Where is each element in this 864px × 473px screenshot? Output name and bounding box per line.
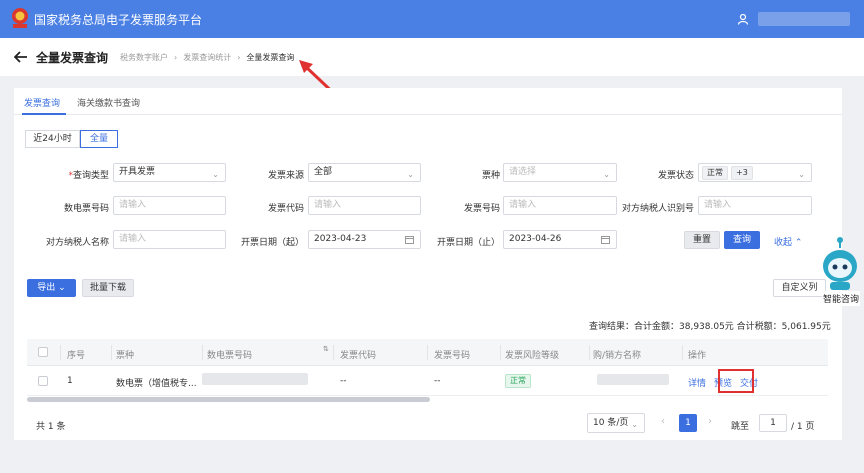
assistant-label[interactable]: 智能咨询 [822,291,861,306]
prev-page-icon[interactable]: ‹ [661,416,665,427]
sort-icon[interactable]: ⇅ [323,345,329,353]
counterparty-tax-id-input[interactable]: 请输入 [698,196,812,215]
column-divider [111,345,112,360]
invoice-table: 序号 票种 数电票号码 ⇅ 发票代码 发票号码 发票风险等级 购/销方名称 操作… [27,339,828,399]
query-type-label: *查询类型 [68,171,109,181]
date-start-picker[interactable]: 2023-04-23 [308,230,421,249]
query-button[interactable]: 查询 [724,231,760,249]
jump-page-input[interactable]: 1 [759,414,787,432]
range-all-button[interactable]: 全量 [80,130,118,148]
col-kind: 票种 [116,351,135,361]
batch-download-button[interactable]: 批量下载 [82,279,134,297]
jump-label: 跳至 [731,422,750,432]
invoice-code-input[interactable]: 请输入 [308,196,421,215]
tab-customs-query[interactable]: 海关缴款书查询 [77,96,140,109]
counterparty-tax-id-label: 对方纳税人识别号 [621,204,694,214]
status-tag-more: +3 [731,166,753,180]
invoice-source-select[interactable]: 全部 ⌄ [308,163,421,182]
table-row[interactable]: 1 数电票（增值税专... -- -- 正常 详情 预览 交付 [27,366,828,396]
col-index: 序号 [67,351,86,361]
invoice-no-label: 发票号码 [463,204,500,214]
query-type-select[interactable]: 开具发票 ⌄ [113,163,226,182]
date-start-label: 开票日期（起） [240,238,304,248]
counterparty-name-input[interactable]: 请输入 [113,230,226,249]
page-header: 全量发票查询 税务数字账户 › 发票查询统计 › 全量发票查询 [0,38,864,76]
tab-bar: 发票查询 海关缴款书查询 [14,88,842,115]
customize-columns-button[interactable]: 自定义列 [773,279,826,297]
col-party-name: 购/销方名称 [593,351,642,361]
invoice-code-label: 发票代码 [267,204,304,214]
next-page-icon[interactable]: › [708,416,712,427]
invoice-kind-select[interactable]: 请选择 ⌄ [503,163,617,182]
horizontal-scrollbar[interactable] [27,397,430,402]
breadcrumb-separator: › [237,53,241,62]
col-digital-no: 数电票号码 [207,351,253,361]
app-title: 国家税务总局电子发票服务平台 [34,13,203,27]
reset-button[interactable]: 重置 [684,231,720,249]
calendar-icon [601,236,610,244]
detail-link[interactable]: 详情 [688,376,706,389]
row-invoice-code: -- [340,376,347,386]
digital-no-input[interactable]: 请输入 [113,196,226,215]
breadcrumb-item-current: 全量发票查询 [246,53,295,62]
invoice-source-label: 发票来源 [267,171,304,181]
status-tag-normal: 正常 [702,166,728,180]
column-divider [60,345,61,360]
range-24h-button[interactable]: 近24小时 [25,130,80,148]
tab-invoice-query[interactable]: 发票查询 [24,96,60,109]
row-digital-no-redacted [202,373,308,385]
row-index: 1 [67,376,73,386]
col-invoice-no: 发票号码 [434,351,471,361]
col-risk-level: 发票风险等级 [505,351,560,361]
back-arrow-icon[interactable] [14,51,28,63]
page-number-current[interactable]: 1 [679,414,697,432]
deliver-highlight-box [718,369,754,393]
chevron-down-icon: ⌄ [631,420,638,429]
breadcrumb-item-account[interactable]: 税务数字账户 [120,52,168,63]
breadcrumb-separator: › [174,53,178,62]
date-end-picker[interactable]: 2023-04-26 [503,230,617,249]
collapse-link[interactable]: 收起 ⌃ [774,235,802,248]
tab-active-indicator [22,113,66,115]
invoice-kind-label: 票种 [481,171,500,181]
total-count: 共 1 条 [36,422,66,432]
page-title: 全量发票查询 [36,51,109,65]
total-pages: / 1 页 [791,422,815,432]
digital-no-label: 数电票号码 [63,204,109,214]
row-checkbox[interactable] [38,376,48,386]
row-invoice-no: -- [434,376,441,386]
page-size-select[interactable]: 10 条/页 ⌄ [587,413,645,433]
user-name-redacted[interactable] [758,12,850,26]
invoice-status-label: 发票状态 [657,171,694,181]
date-end-label: 开票日期（止） [436,238,500,248]
export-button[interactable]: 导出 ⌄ [27,279,76,297]
counterparty-name-label: 对方纳税人名称 [45,238,109,248]
top-bar: 国家税务总局电子发票服务平台 [0,0,864,38]
col-actions: 操作 [688,351,707,361]
column-divider [427,345,428,360]
col-invoice-code: 发票代码 [340,351,377,361]
risk-badge: 正常 [505,374,531,388]
user-icon[interactable] [737,13,749,25]
tax-emblem-logo [12,8,28,28]
chevron-down-icon: ⌄ [798,170,805,179]
table-header: 序号 票种 数电票号码 ⇅ 发票代码 发票号码 发票风险等级 购/销方名称 操作 [27,339,828,366]
chevron-up-icon: ⌃ [794,238,803,248]
invoice-no-input[interactable]: 请输入 [503,196,617,215]
breadcrumb: 税务数字账户 › 发票查询统计 › 全量发票查询 [120,52,294,63]
breadcrumb-item-stats[interactable]: 发票查询统计 [183,52,231,63]
chevron-down-icon: ⌄ [58,283,66,293]
column-divider [333,345,334,360]
column-divider [682,345,683,360]
row-party-name-redacted [597,374,669,385]
select-all-checkbox[interactable] [38,347,48,357]
column-divider [202,345,203,360]
invoice-status-select[interactable]: 正常 +3 ⌄ [698,163,812,182]
column-divider [500,345,501,360]
column-divider [589,345,590,360]
summary-totals: 查询结果：合计金额：38,938.05元 合计税额：5,061.95元 [589,322,831,332]
row-kind: 数电票（增值税专... [116,379,197,389]
